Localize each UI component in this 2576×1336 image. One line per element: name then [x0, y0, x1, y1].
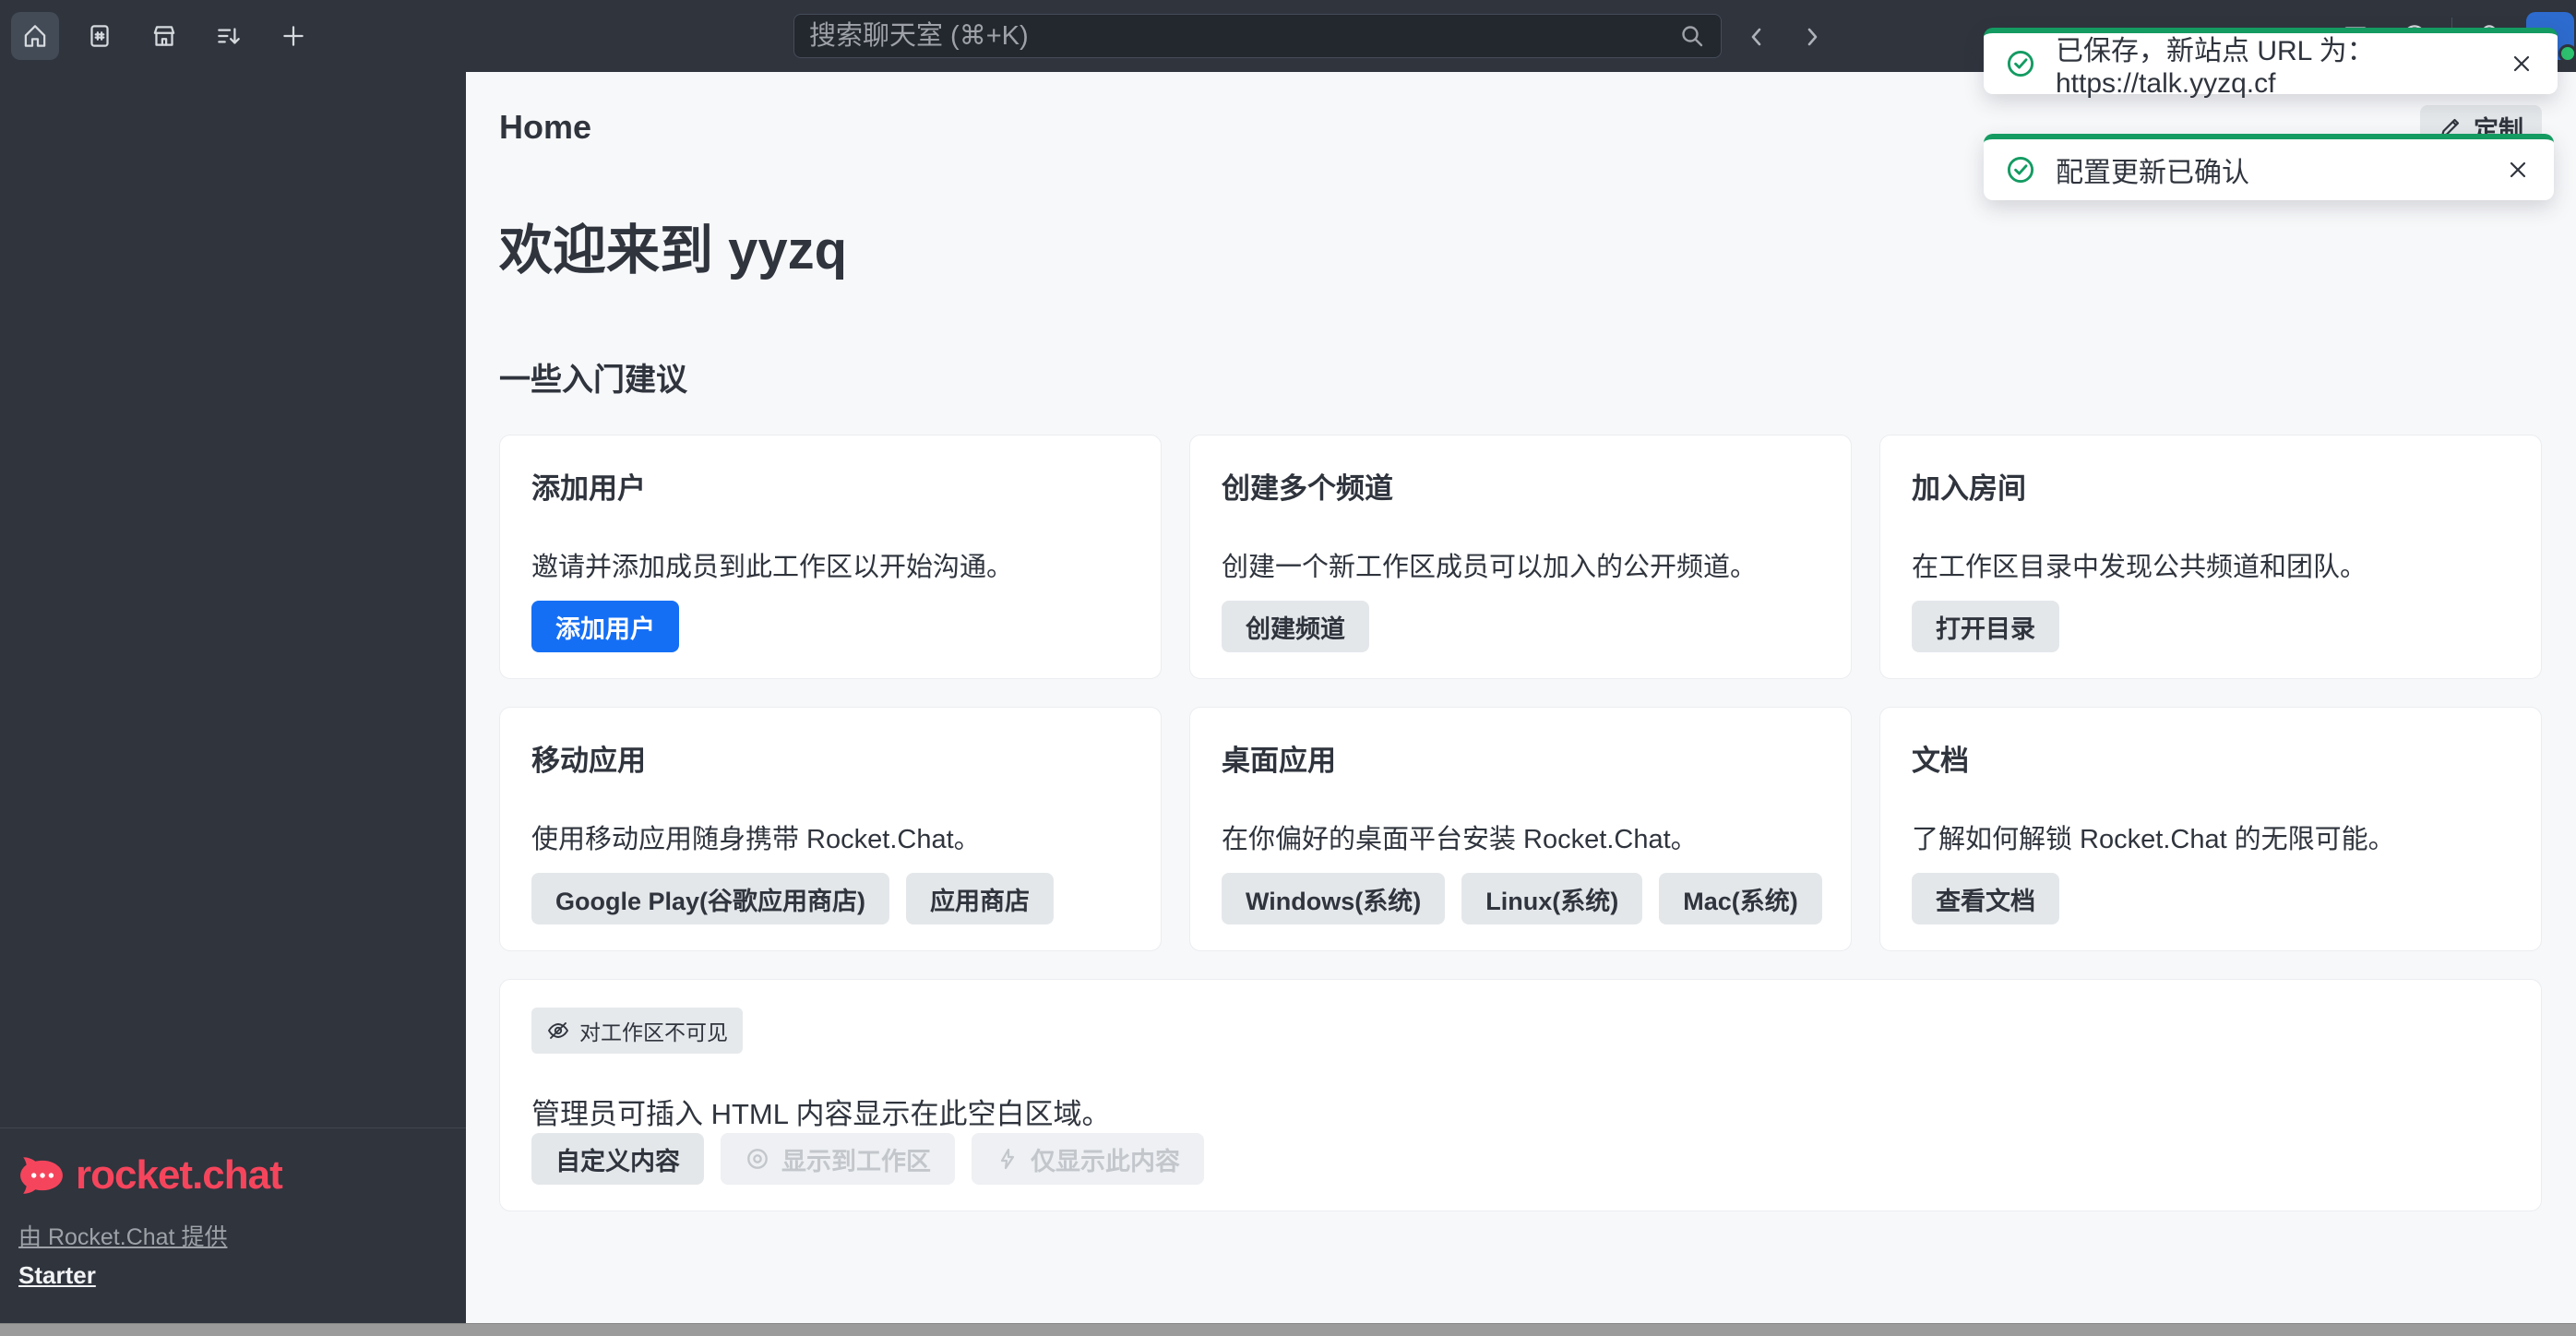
card-documentation: 文档 了解如何解锁 Rocket.Chat 的无限可能。 查看文档: [1879, 707, 2542, 951]
powered-by-link[interactable]: 由 Rocket.Chat 提供: [18, 1219, 466, 1252]
directory-button[interactable]: [76, 12, 124, 60]
check-circle-icon: [2007, 156, 2034, 184]
add-users-button[interactable]: 添加用户: [531, 601, 679, 652]
custom-content-body: 管理员可插入 HTML 内容显示在此空白区域。: [531, 1098, 1111, 1130]
search-input[interactable]: [809, 20, 1678, 52]
card-create-channels: 创建多个频道 创建一个新工作区成员可以加入的公开频道。 创建频道: [1189, 435, 1852, 679]
history-back-button[interactable]: [1740, 20, 1773, 54]
eye-icon: [747, 1149, 768, 1169]
customize-content-button[interactable]: 自定义内容: [531, 1133, 704, 1185]
card-body: 了解如何解锁 Rocket.Chat 的无限可能。: [1912, 825, 2395, 854]
sort-button[interactable]: [205, 12, 253, 60]
toast-saved-site-url: 已保存，新站点 URL 为：https://talk.yyzq.cf: [1984, 28, 2558, 99]
rocketchat-logo-text: rocket.chat: [76, 1152, 283, 1198]
card-title: 加入房间: [1912, 472, 2026, 505]
online-status-dot: [2558, 44, 2576, 63]
toast-message: 配置更新已确认: [2056, 158, 2249, 188]
app-store-button[interactable]: 应用商店: [906, 873, 1055, 924]
not-visible-badge: 对工作区不可见: [531, 1008, 743, 1054]
card-title: 添加用户: [531, 472, 646, 505]
sidebar-footer: rocket.chat 由 Rocket.Chat 提供 Starter: [0, 1127, 466, 1310]
card-title: 创建多个频道: [1222, 472, 1393, 505]
card-actions: 添加用户: [531, 601, 679, 652]
suggestions-title: 一些入门建议: [499, 363, 687, 398]
home-page: Home 定制 欢迎来到 yyzq 一些入门建议 添加用户 邀请并添加成员到此工…: [466, 72, 2576, 1323]
home-button[interactable]: [11, 12, 59, 60]
mac-button[interactable]: Mac(系统): [1659, 873, 1822, 924]
not-visible-badge-label: 对工作区不可见: [579, 1020, 728, 1044]
card-body: 邀请并添加成员到此工作区以开始沟通。: [531, 553, 1014, 582]
card-body: 在你偏好的桌面平台安装 Rocket.Chat。: [1222, 825, 1698, 854]
history-forward-button[interactable]: [1795, 20, 1829, 54]
card-title: 文档: [1912, 745, 1969, 777]
show-only-this-button[interactable]: 仅显示此内容: [972, 1133, 1204, 1185]
card-actions: 创建频道: [1222, 601, 1369, 652]
workspace-nav-icons: [11, 0, 317, 72]
chevron-left-icon: [1751, 28, 1761, 46]
open-directory-button[interactable]: 打开目录: [1912, 601, 2059, 652]
plus-icon: [283, 26, 304, 46]
welcome-title: 欢迎来到 yyzq: [499, 221, 848, 280]
card-body: 使用移动应用随身携带 Rocket.Chat。: [531, 825, 981, 854]
card-actions: 查看文档: [1912, 873, 2059, 924]
custom-content-card: 对工作区不可见 管理员可插入 HTML 内容显示在此空白区域。 自定义内容 显示…: [499, 979, 2542, 1211]
card-body: 在工作区目录中发现公共频道和团队。: [1912, 553, 2367, 582]
card-title: 移动应用: [531, 745, 646, 777]
card-title: 桌面应用: [1222, 745, 1336, 777]
card-actions: 打开目录: [1912, 601, 2059, 652]
eye-off-icon: [548, 1022, 568, 1039]
search-bar[interactable]: [793, 14, 1722, 58]
card-actions: Windows(系统) Linux(系统) Mac(系统): [1222, 873, 1822, 924]
card-add-users: 添加用户 邀请并添加成员到此工作区以开始沟通。 添加用户: [499, 435, 1162, 679]
show-only-this-label: 仅显示此内容: [1031, 1147, 1180, 1175]
marketplace-button[interactable]: [140, 12, 188, 60]
see-documentation-button[interactable]: 查看文档: [1912, 873, 2059, 924]
marketplace-icon: [153, 26, 175, 46]
card-join-rooms: 加入房间 在工作区目录中发现公共频道和团队。 打开目录: [1879, 435, 2542, 679]
create-channel-button[interactable]: 创建频道: [1222, 601, 1369, 652]
suggestion-cards: 添加用户 邀请并添加成员到此工作区以开始沟通。 添加用户 创建多个频道 创建一个…: [499, 435, 2542, 951]
close-icon[interactable]: [2506, 48, 2537, 79]
plan-link[interactable]: Starter: [18, 1261, 96, 1290]
linux-button[interactable]: Linux(系统): [1461, 873, 1643, 924]
rocketchat-logo: rocket.chat: [18, 1152, 466, 1199]
card-actions: Google Play(谷歌应用商店) 应用商店: [531, 873, 1055, 924]
show-to-workspace-label: 显示到工作区: [781, 1147, 931, 1175]
card-body: 创建一个新工作区成员可以加入的公开频道。: [1222, 553, 1758, 582]
sidebar: rocket.chat 由 Rocket.Chat 提供 Starter: [0, 72, 466, 1323]
search-icon: [1682, 26, 1703, 47]
show-to-workspace-button[interactable]: 显示到工作区: [721, 1133, 955, 1185]
close-icon[interactable]: [2502, 154, 2534, 185]
toast-settings-confirmed: 配置更新已确认: [1984, 134, 2554, 200]
create-new-button[interactable]: [269, 12, 317, 60]
card-mobile-apps: 移动应用 使用移动应用随身携带 Rocket.Chat。 Google Play…: [499, 707, 1162, 951]
directory-icon: [90, 25, 109, 47]
window-bottom-edge: [0, 1323, 2576, 1336]
lightning-icon: [1000, 1148, 1015, 1170]
sort-icon: [218, 28, 240, 44]
card-desktop-apps: 桌面应用 在你偏好的桌面平台安装 Rocket.Chat。 Windows(系统…: [1189, 707, 1852, 951]
page-title: Home: [499, 108, 592, 146]
custom-content-actions: 自定义内容 显示到工作区 仅显示此内容: [531, 1133, 1204, 1185]
chevron-right-icon: [1807, 28, 1818, 46]
rocketchat-bubble-icon: [20, 1157, 63, 1194]
home-icon: [24, 25, 46, 47]
toast-message: 已保存，新站点 URL 为：https://talk.yyzq.cf: [2056, 36, 2375, 99]
google-play-button[interactable]: Google Play(谷歌应用商店): [531, 873, 890, 924]
check-circle-icon: [2007, 50, 2034, 78]
windows-button[interactable]: Windows(系统): [1222, 873, 1446, 924]
